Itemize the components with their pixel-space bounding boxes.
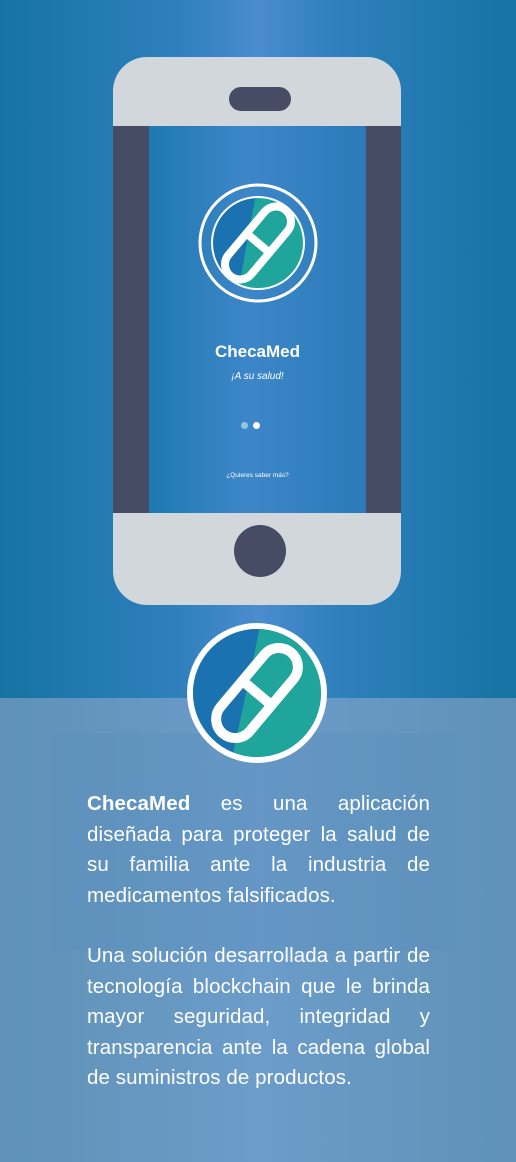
checamed-logo-icon — [198, 183, 318, 303]
checamed-logo-icon — [187, 623, 327, 763]
phone-screen: ChecaMed ¡A su salud! ¿Quieres saber más… — [149, 126, 366, 513]
description-paragraph-1: ChecaMed es una aplicación diseñada para… — [87, 789, 430, 911]
carousel-dot-1[interactable] — [241, 422, 248, 429]
carousel-dots — [241, 422, 281, 432]
description-paragraph-2: Una solución desarrollada a partir de te… — [87, 944, 430, 1089]
app-tagline: ¡A su salud! — [231, 371, 284, 382]
carousel-dot-2[interactable] — [253, 422, 260, 429]
learn-more-link[interactable]: ¿Quieres saber más? — [149, 472, 366, 479]
app-name: ChecaMed — [214, 342, 301, 361]
phone-mockup: ChecaMed ¡A su salud! ¿Quieres saber más… — [113, 57, 401, 605]
brand-name: ChecaMed — [87, 792, 191, 815]
home-button — [234, 525, 286, 577]
phone-speaker — [229, 87, 291, 111]
